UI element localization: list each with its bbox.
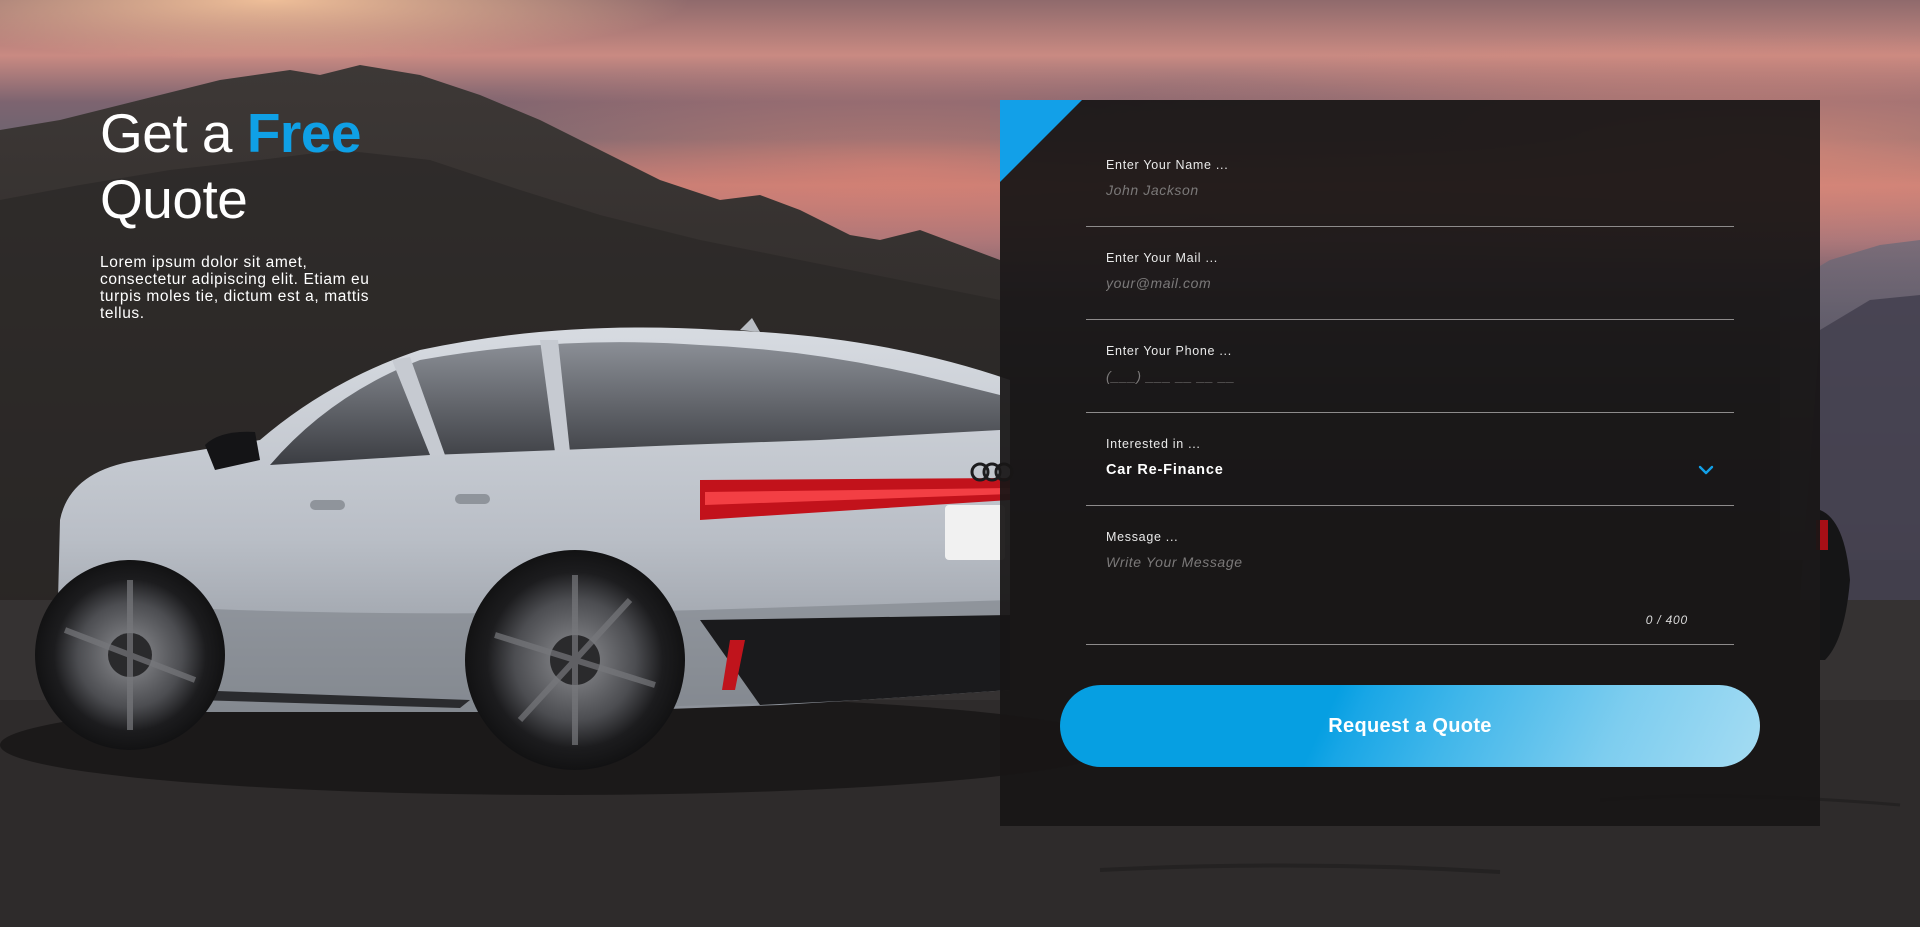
hero-title-suffix: Quote <box>100 168 248 230</box>
interest-select[interactable]: Interested in ... Car Re-Finance <box>1086 437 1734 506</box>
chevron-down-icon[interactable] <box>1698 465 1714 475</box>
quote-form: Enter Your Name ... Enter Your Mail ... … <box>1000 100 1820 826</box>
message-field-group: Message ... 0 / 400 <box>1086 530 1734 645</box>
hero-title-prefix: Get a <box>100 102 247 164</box>
name-field-group: Enter Your Name ... <box>1086 158 1734 227</box>
corner-accent <box>1000 100 1082 182</box>
hero-title: Get a Free Quote <box>100 100 400 232</box>
interest-selected-value: Car Re-Finance <box>1106 462 1224 478</box>
mail-field-group: Enter Your Mail ... <box>1086 251 1734 320</box>
hero-description: Lorem ipsum dolor sit amet, consectetur … <box>100 254 370 322</box>
hero-title-accent: Free <box>246 102 362 164</box>
message-input[interactable] <box>1106 550 1696 574</box>
hero: Get a Free Quote Lorem ipsum dolor sit am… <box>100 100 400 322</box>
message-character-counter: 0 / 400 <box>1645 613 1688 627</box>
name-input[interactable] <box>1106 178 1696 202</box>
request-quote-button[interactable]: Request a Quote <box>1060 685 1760 767</box>
interest-label: Interested in ... <box>1106 437 1201 451</box>
message-label: Message ... <box>1106 530 1179 544</box>
mail-input[interactable] <box>1106 271 1696 295</box>
mail-label: Enter Your Mail ... <box>1106 251 1218 265</box>
name-label: Enter Your Name ... <box>1106 158 1229 172</box>
phone-field-group: Enter Your Phone ... <box>1086 344 1734 413</box>
page: Get a Free Quote Lorem ipsum dolor sit am… <box>0 0 1920 927</box>
phone-label: Enter Your Phone ... <box>1106 344 1232 358</box>
phone-input[interactable] <box>1106 364 1696 388</box>
